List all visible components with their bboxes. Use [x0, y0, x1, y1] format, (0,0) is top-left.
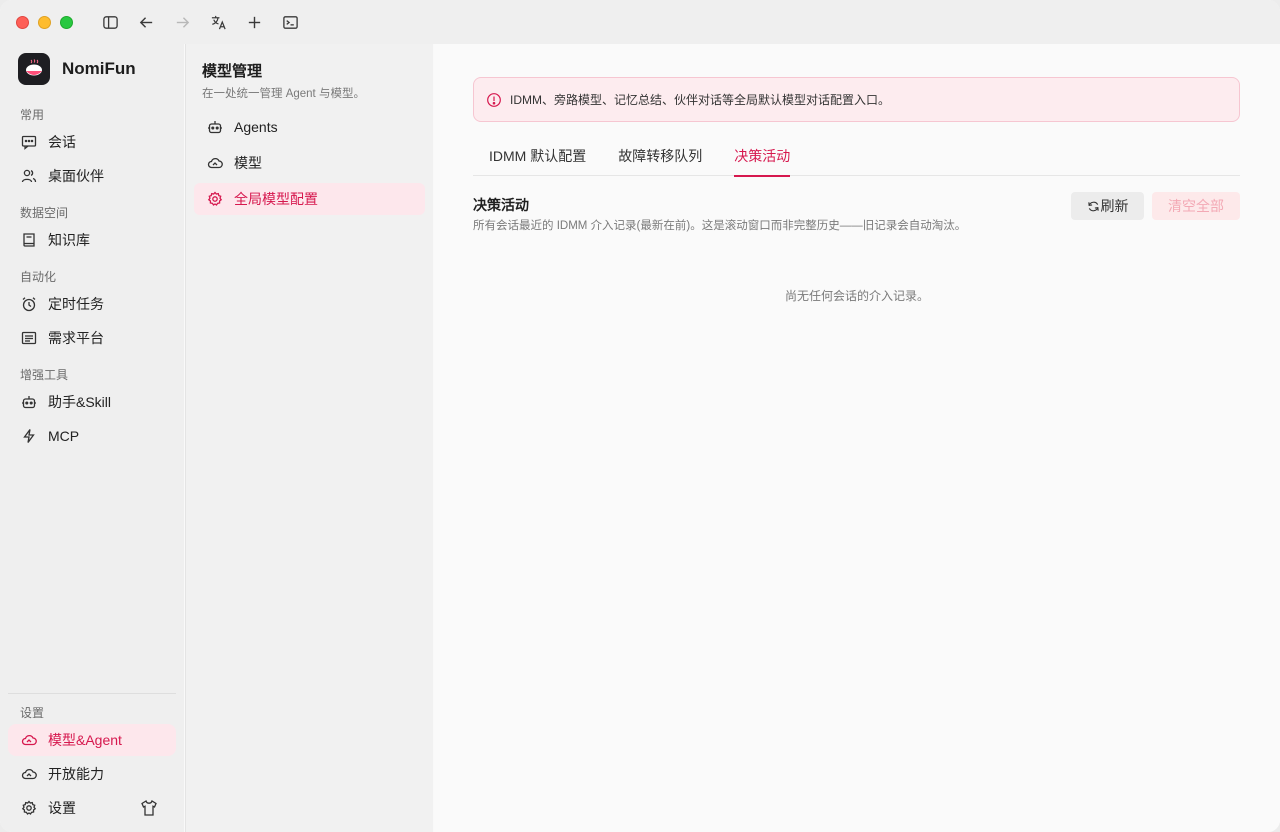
panel-item-global-model-config[interactable]: 全局模型配置 — [194, 183, 425, 215]
sidebar-item-label: 定时任务 — [48, 296, 104, 312]
sidebar-item-requirements[interactable]: 需求平台 — [8, 322, 176, 354]
panel-item-agents[interactable]: Agents — [194, 111, 425, 143]
sidebar-item-desktop-companion[interactable]: 桌面伙伴 — [8, 160, 176, 192]
panel-item-label: Agents — [234, 119, 278, 135]
group-label-common: 常用 — [20, 108, 45, 122]
sidebar-toggle-icon[interactable] — [92, 8, 128, 36]
app-window: NomiFun 常用 会话 桌面伙伴 数据空间 知识库 自动化 定时任务 需求平… — [0, 0, 1280, 832]
sidebar-item-label: 模型&Agent — [48, 732, 122, 748]
refresh-label: 刷新 — [1100, 198, 1129, 214]
sidebar-divider — [8, 693, 176, 694]
sidebar-item-label: 需求平台 — [48, 330, 104, 346]
tab-bar: IDMM 默认配置 故障转移队列 决策活动 — [473, 144, 1240, 177]
sidebar-item-knowledge-base[interactable]: 知识库 — [8, 224, 176, 256]
arrow-right-icon[interactable] — [164, 8, 200, 36]
cloud-icon — [20, 731, 38, 749]
terminal-icon[interactable] — [272, 8, 308, 36]
panel-list: Agents 模型 全局模型配置 — [186, 111, 433, 215]
alarm-clock-icon — [20, 295, 38, 313]
tab-idmm-default-config[interactable]: IDMM 默认配置 — [473, 144, 602, 176]
users-icon — [20, 167, 38, 185]
info-alert: IDMM、旁路模型、记忆总结、伙伴对话等全局默认模型对话配置入口。 — [473, 77, 1240, 122]
sidebar-item-label: 桌面伙伴 — [48, 168, 104, 184]
model-management-panel: 模型管理 在一处统一管理 Agent 与模型。 Agents 模型 全局模型配置 — [185, 44, 433, 832]
lightning-icon — [20, 427, 38, 445]
brand: NomiFun — [0, 44, 184, 94]
sidebar-item-label: 会话 — [48, 134, 76, 150]
group-label-settings: 设置 — [20, 706, 45, 720]
sidebar-bottom: 设置 模型&Agent 开放能力 设置 — [0, 693, 184, 832]
arrow-left-icon[interactable] — [128, 8, 164, 36]
title-bar — [0, 0, 1280, 44]
zoom-window-button[interactable] — [60, 15, 73, 29]
sidebar-item-model-agent[interactable]: 模型&Agent — [8, 724, 176, 756]
alert-text: IDMM、旁路模型、记忆总结、伙伴对话等全局默认模型对话配置入口。 — [510, 93, 890, 107]
traffic-lights — [16, 15, 73, 29]
sidebar-item-label: 设置 — [48, 800, 76, 816]
robot-icon — [206, 118, 224, 136]
panel-item-models[interactable]: 模型 — [194, 147, 425, 179]
gear-icon — [206, 190, 224, 208]
plus-icon[interactable] — [236, 8, 272, 36]
sidebar-item-label: 助手&Skill — [48, 394, 112, 410]
tab-failover-queue[interactable]: 故障转移队列 — [602, 144, 718, 176]
empty-state-text: 尚无任何会话的介入记录。 — [784, 289, 929, 303]
main-content: IDMM、旁路模型、记忆总结、伙伴对话等全局默认模型对话配置入口。 IDMM 默… — [434, 44, 1280, 832]
group-label-tools: 增强工具 — [20, 368, 69, 382]
close-window-button[interactable] — [16, 15, 29, 29]
refresh-button[interactable]: 刷新 — [1071, 192, 1144, 220]
sidebar-item-assistant-skill[interactable]: 助手&Skill — [8, 386, 176, 418]
group-label-automation: 自动化 — [20, 270, 57, 284]
panel-item-label: 模型 — [234, 155, 262, 171]
list-icon — [20, 329, 38, 347]
clear-all-label: 清空全部 — [1168, 198, 1224, 214]
translate-icon[interactable] — [200, 8, 236, 36]
panel-subtitle: 在一处统一管理 Agent 与模型。 — [202, 88, 365, 100]
book-icon — [20, 231, 38, 249]
sidebar-item-mcp[interactable]: MCP — [8, 420, 176, 452]
sidebar-item-scheduled-tasks[interactable]: 定时任务 — [8, 288, 176, 320]
theme-shirt-icon[interactable] — [140, 799, 158, 817]
sidebar-item-label: 知识库 — [48, 232, 90, 248]
group-label-data-space: 数据空间 — [20, 206, 69, 220]
section-title: 决策活动 — [473, 197, 529, 213]
app-name: NomiFun — [62, 59, 136, 78]
info-icon — [486, 92, 502, 108]
tab-decision-activity[interactable]: 决策活动 — [718, 144, 806, 177]
gear-icon — [20, 799, 38, 817]
sidebar-item-label: MCP — [48, 428, 80, 444]
sidebar-item-label: 开放能力 — [48, 766, 104, 782]
sidebar-item-open-capabilities[interactable]: 开放能力 — [8, 758, 176, 790]
cloud-icon — [20, 765, 38, 783]
sidebar-item-settings[interactable]: 设置 — [8, 792, 176, 824]
refresh-icon — [1087, 201, 1099, 211]
panel-title: 模型管理 — [202, 63, 263, 80]
clear-all-button[interactable]: 清空全部 — [1152, 192, 1240, 220]
app-logo — [18, 53, 50, 85]
section-description: 所有会话最近的 IDMM 介入记录(最新在前)。这是滚动窗口而非完整历史——旧记… — [473, 220, 967, 232]
sidebar-item-chat[interactable]: 会话 — [8, 126, 176, 158]
toolbar — [92, 8, 308, 36]
robot-icon — [20, 393, 38, 411]
sidebar: NomiFun 常用 会话 桌面伙伴 数据空间 知识库 自动化 定时任务 需求平… — [0, 44, 184, 832]
cloud-icon — [206, 154, 224, 172]
minimize-window-button[interactable] — [38, 15, 51, 29]
panel-item-label: 全局模型配置 — [234, 191, 318, 207]
chat-icon — [20, 133, 38, 151]
